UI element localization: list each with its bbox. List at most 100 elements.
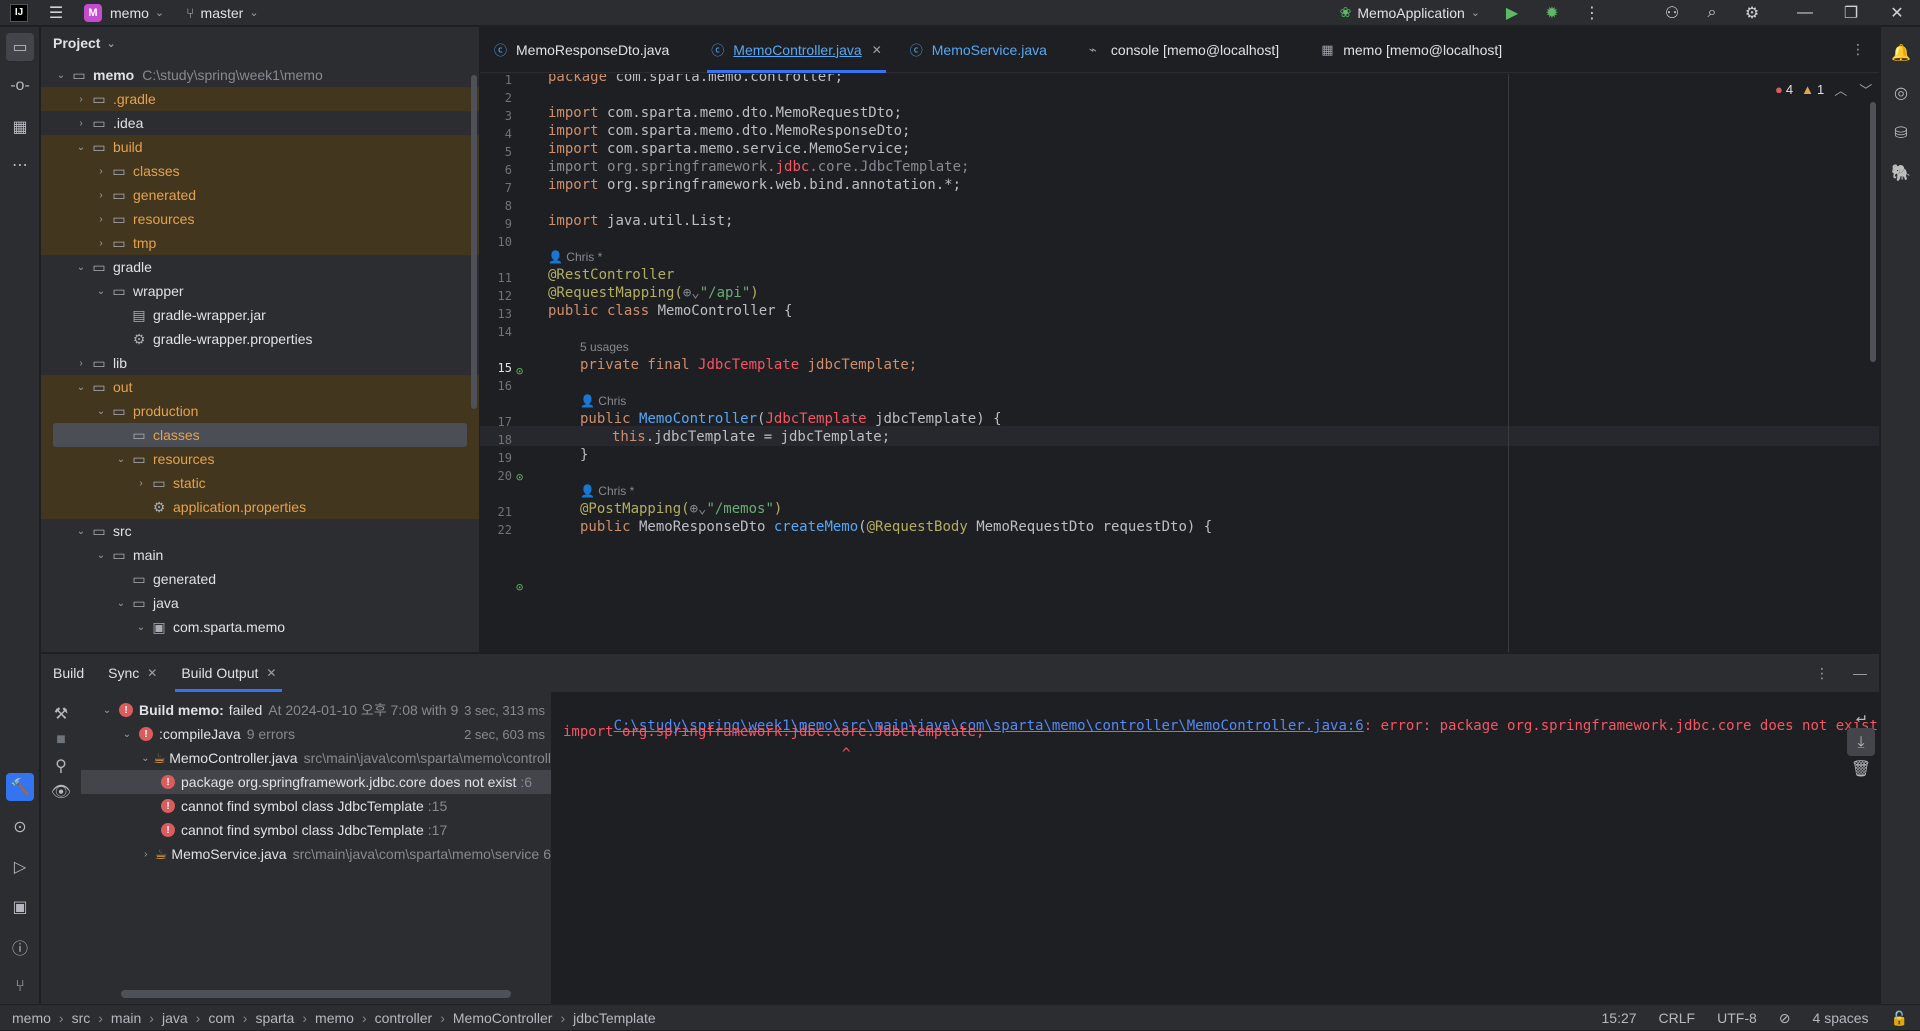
chevron-right-icon[interactable]: › bbox=[93, 238, 109, 249]
pin-icon[interactable]: ⚲ bbox=[47, 752, 75, 780]
file-row-memocontroller[interactable]: ⌄ ☕ MemoController.java src\main\java\co… bbox=[81, 746, 551, 770]
bean-icon[interactable]: ⊙ bbox=[516, 364, 523, 378]
build-output-console[interactable]: C:\study\spring\week1\memo\src\main\java… bbox=[551, 692, 1881, 1005]
chevron-down-icon[interactable]: ⌄ bbox=[119, 729, 135, 740]
tree-item[interactable]: ▭ classes bbox=[41, 423, 479, 447]
build-root-row[interactable]: ⌄ ! Build memo: failed At 2024-01-10 오후 … bbox=[81, 698, 551, 722]
chevron-right-icon[interactable]: › bbox=[73, 118, 89, 129]
run-tool-icon[interactable]: ▷ bbox=[6, 853, 34, 881]
error-row-3[interactable]: ! cannot find symbol class JdbcTemplate … bbox=[81, 818, 551, 842]
chevron-up-icon[interactable]: ︿ bbox=[1834, 80, 1847, 99]
commit-icon[interactable]: -o- bbox=[6, 72, 34, 100]
breadcrumb-item[interactable]: controller › bbox=[375, 1010, 445, 1026]
hammer-icon[interactable]: ⚒ bbox=[47, 700, 75, 728]
tree-item[interactable]: ▤ gradle-wrapper.jar bbox=[41, 303, 479, 327]
soft-wrap-icon[interactable]: ↵ bbox=[1847, 702, 1875, 730]
ai-assistant-icon[interactable]: ◎ bbox=[1887, 79, 1915, 107]
breadcrumb-item[interactable]: main › bbox=[111, 1010, 154, 1026]
tab-build-output[interactable]: Build Output ✕ bbox=[169, 654, 288, 692]
editor-scrollbar[interactable] bbox=[1870, 102, 1876, 362]
add-user-icon[interactable]: ⚇ bbox=[1652, 3, 1692, 23]
tree-item[interactable]: ⌄ ▭ wrapper bbox=[41, 279, 479, 303]
line-separator[interactable]: CRLF bbox=[1659, 1010, 1696, 1026]
tree-item[interactable]: ⌄ ▭ gradle bbox=[41, 255, 479, 279]
more-icon[interactable]: ⋮ bbox=[1572, 3, 1612, 23]
build-icon[interactable]: 🔨 bbox=[6, 773, 34, 801]
tree-root[interactable]: ⌄ ▭ memo C:\study\spring\week1\memo bbox=[41, 63, 479, 87]
cursor-position[interactable]: 15:27 bbox=[1602, 1010, 1637, 1026]
chevron-down-icon[interactable]: ⌄ bbox=[53, 70, 69, 81]
tree-item[interactable]: ⌄ ▭ main bbox=[41, 543, 479, 567]
breadcrumb-item[interactable]: sparta › bbox=[255, 1010, 307, 1026]
project-switcher[interactable]: M memo ⌄ bbox=[84, 3, 164, 22]
trash-icon[interactable]: 🗑 bbox=[1847, 754, 1875, 782]
tab-memoresponsedto[interactable]: ⓒ MemoResponseDto.java bbox=[480, 27, 683, 73]
close-icon[interactable]: ✕ bbox=[872, 43, 882, 57]
tree-item[interactable]: › ▭ static bbox=[41, 471, 479, 495]
chevron-right-icon[interactable]: › bbox=[139, 849, 153, 860]
scroll-to-end-icon[interactable]: ⤓ bbox=[1847, 728, 1875, 756]
project-scrollbar[interactable] bbox=[471, 75, 477, 409]
chevron-right-icon[interactable]: › bbox=[93, 166, 109, 177]
close-icon[interactable]: ✕ bbox=[1874, 3, 1920, 23]
services-icon[interactable]: ⊙ bbox=[6, 813, 34, 841]
structure-icon[interactable]: ▦ bbox=[6, 113, 34, 141]
chevron-down-icon[interactable]: ⌄ bbox=[73, 142, 89, 153]
chevron-right-icon[interactable]: › bbox=[73, 358, 89, 369]
panel-options-icon[interactable]: ⋮ bbox=[1803, 654, 1841, 692]
tree-item[interactable]: › ▭ classes bbox=[41, 159, 479, 183]
run-config-selector[interactable]: ❀ MemoApplication ⌄ bbox=[1340, 4, 1480, 21]
tab-build[interactable]: Build bbox=[41, 654, 96, 692]
breadcrumb-item[interactable]: memo › bbox=[12, 1010, 64, 1026]
author-hint[interactable]: 👤 Chris * bbox=[580, 484, 634, 498]
error-row-1[interactable]: ! package org.springframework.jdbc.core … bbox=[81, 770, 551, 794]
search-icon[interactable]: ⌕ bbox=[1692, 4, 1732, 22]
tree-item[interactable]: ⌄ ▭ java bbox=[41, 591, 479, 615]
tab-sync[interactable]: Sync ✕ bbox=[96, 654, 169, 692]
lock-icon[interactable]: 🔓 bbox=[1891, 1010, 1908, 1027]
code-editor[interactable]: ● 4 ▲ 1 ︿ ﹀ 1 2 3 4 5 6 7 8 9 10 11 12 13 14 15 16 17 18 1… bbox=[480, 74, 1879, 652]
tree-item[interactable]: › ▭ lib bbox=[41, 351, 479, 375]
database-icon[interactable]: ⛁ bbox=[1887, 119, 1915, 147]
problems-icon[interactable]: ⓘ bbox=[6, 933, 34, 961]
tree-item[interactable]: ⌄ ▭ resources bbox=[41, 447, 479, 471]
bean-icon[interactable]: ⊙ bbox=[516, 580, 523, 594]
compile-java-row[interactable]: ⌄ ! :compileJava 9 errors 2 sec, 603 ms bbox=[81, 722, 551, 746]
stop-icon[interactable]: ■ bbox=[47, 726, 75, 754]
chevron-down-icon[interactable]: ⌄ bbox=[73, 382, 89, 393]
chevron-right-icon[interactable]: › bbox=[93, 214, 109, 225]
close-icon[interactable]: ✕ bbox=[266, 666, 276, 680]
tree-item[interactable]: › ▭ resources bbox=[41, 207, 479, 231]
tree-item[interactable]: ⚙ application.properties bbox=[41, 495, 479, 519]
tree-item[interactable]: › ▭ generated bbox=[41, 183, 479, 207]
hide-panel-icon[interactable]: — bbox=[1841, 654, 1879, 692]
tree-item[interactable]: › ▭ .idea bbox=[41, 111, 479, 135]
gear-icon[interactable]: ⚙ bbox=[1732, 3, 1772, 23]
tabs-more-icon[interactable]: ⋮ bbox=[1837, 27, 1879, 73]
folder-icon[interactable]: ▭ bbox=[6, 33, 34, 61]
file-encoding[interactable]: UTF-8 bbox=[1717, 1010, 1757, 1026]
file-row-memoservice[interactable]: › ☕ MemoService.java src\main\java\com\s… bbox=[81, 842, 551, 866]
chevron-down-icon[interactable]: ⌄ bbox=[93, 550, 109, 561]
tab-memo-db[interactable]: ▦ memo [memo@localhost] bbox=[1307, 27, 1516, 73]
tab-memocontroller[interactable]: ⓒ MemoController.java ✕ bbox=[697, 27, 895, 73]
chevron-down-icon[interactable]: ⌄ bbox=[99, 705, 115, 716]
usages-hint[interactable]: 5 usages bbox=[580, 340, 629, 354]
chevron-down-icon[interactable]: ⌄ bbox=[93, 286, 109, 297]
tree-item[interactable]: ⌄ ▭ src bbox=[41, 519, 479, 543]
terminal-icon[interactable]: ▣ bbox=[6, 893, 34, 921]
breadcrumb-item[interactable]: memo › bbox=[315, 1010, 367, 1026]
main-menu-icon[interactable]: ☰ bbox=[38, 3, 74, 23]
bean-icon[interactable]: ⊙ bbox=[516, 470, 523, 484]
close-icon[interactable]: ✕ bbox=[147, 666, 157, 680]
chevron-down-icon[interactable]: ﹀ bbox=[1859, 80, 1872, 99]
tree-item[interactable]: ⌄ ▭ production bbox=[41, 399, 479, 423]
chevron-right-icon[interactable]: › bbox=[133, 478, 149, 489]
breadcrumb-item[interactable]: src › bbox=[72, 1010, 103, 1026]
debug-icon[interactable]: ✹ bbox=[1532, 3, 1572, 23]
breadcrumb-item[interactable]: java › bbox=[162, 1010, 200, 1026]
run-icon[interactable]: ▶ bbox=[1492, 3, 1532, 23]
chevron-down-icon[interactable]: ⌄ bbox=[139, 753, 152, 764]
chevron-down-icon[interactable]: ⌄ bbox=[113, 454, 129, 465]
restore-icon[interactable]: ❐ bbox=[1828, 3, 1874, 23]
